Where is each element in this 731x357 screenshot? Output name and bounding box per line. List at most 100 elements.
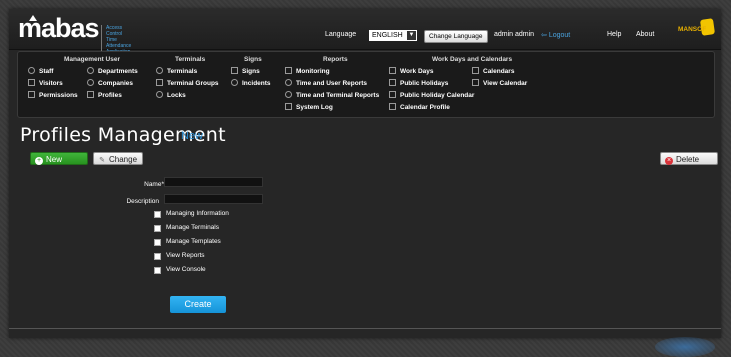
staff-icon (28, 67, 35, 74)
menu-item-label: Calendar Profile (400, 104, 450, 111)
menu-item-label: Time and Terminal Reports (296, 92, 380, 99)
menu-item-label: Signs (242, 68, 260, 75)
menu-item-view-calendar[interactable]: View Calendar (472, 79, 527, 89)
manage-templates-label: Manage Templates (166, 238, 221, 245)
name-label-text: Name (144, 181, 162, 188)
logo-subtitle-line1: Access Control (106, 25, 123, 37)
menu-item-permissions[interactable]: Permissions (28, 91, 78, 101)
about-link[interactable]: About (636, 31, 654, 38)
menu-item-incidents[interactable]: Incidents (231, 79, 271, 89)
description-input[interactable] (164, 194, 263, 204)
menu-item-label: Work Days (400, 68, 434, 75)
menu-item-label: Calendars (483, 68, 515, 75)
menu-item-label: Staff (39, 68, 54, 75)
create-button[interactable]: Create (170, 296, 226, 313)
manage-templates-checkbox[interactable] (154, 239, 161, 246)
name-input[interactable] (164, 177, 263, 187)
menu-item-departments[interactable]: Departments (87, 67, 138, 77)
delete-icon: × (665, 157, 673, 165)
change-button[interactable]: ✎ Change (93, 152, 143, 165)
profiles-icon (87, 91, 94, 98)
menu-item-system-log[interactable]: System Log (285, 103, 333, 113)
menu-item-label: View Calendar (483, 80, 528, 87)
menu-heading-terminals: Terminals (175, 56, 206, 63)
app-window: mabas Access Control Time Attendance App… (9, 9, 721, 357)
chevron-down-icon: ▼ (407, 31, 416, 40)
view-reports-checkbox[interactable] (154, 253, 161, 260)
calendars-icon (472, 67, 479, 74)
top-bar: mabas Access Control Time Attendance App… (9, 9, 721, 55)
menu-item-label: Visitors (39, 80, 63, 87)
pencil-icon: ✎ (99, 157, 105, 164)
system-log-icon (285, 103, 292, 110)
menu-heading-signs: Signs (244, 56, 262, 63)
menu-item-label: System Log (296, 104, 333, 111)
change-language-button[interactable]: Change Language (424, 30, 488, 43)
time-user-reports-icon (285, 79, 292, 86)
language-select[interactable]: ENGLISH ▼ (369, 30, 417, 41)
view-reports-label: View Reports (166, 252, 205, 259)
menu-item-label: Public Holidays (400, 80, 449, 87)
menu-item-label: Permissions (39, 92, 78, 99)
menu-item-calendar-profile[interactable]: Calendar Profile (389, 103, 450, 113)
menu-item-label: Companies (98, 80, 134, 87)
view-console-checkbox[interactable] (154, 267, 161, 274)
menu-item-terminal-groups[interactable]: Terminal Groups (156, 79, 219, 89)
menu-item-time-user-reports[interactable]: Time and User Reports (285, 79, 367, 89)
menu-item-label: Incidents (242, 80, 271, 87)
menu-heading-management-user: Management User (64, 56, 120, 63)
current-user: admin admin (494, 31, 535, 38)
menu-item-public-holidays[interactable]: Public Holidays (389, 79, 448, 89)
managing-information-label: Managing Information (166, 210, 229, 217)
new-button[interactable]: + New (30, 152, 88, 165)
help-link[interactable]: Help (607, 31, 621, 38)
companies-icon (87, 79, 94, 86)
monitoring-icon (285, 67, 292, 74)
public-holidays-icon (389, 79, 396, 86)
menu-item-label: Locks (167, 92, 186, 99)
menu-item-staff[interactable]: Staff (28, 67, 53, 77)
menu-item-visitors[interactable]: Visitors (28, 79, 63, 89)
menu-item-locks[interactable]: Locks (156, 91, 186, 101)
menu-item-profiles[interactable]: Profiles (87, 91, 122, 101)
footer-divider (9, 328, 721, 329)
description-label: Description (126, 198, 159, 205)
menu-item-label: Profiles (98, 92, 122, 99)
menu-heading-workdays: Work Days and Calendars (432, 56, 513, 63)
menu-item-work-days[interactable]: Work Days (389, 67, 433, 77)
view-console-label: View Console (166, 266, 206, 273)
menu-item-label: Public Holiday Calendar (400, 92, 475, 99)
work-days-icon (389, 67, 396, 74)
delete-button-label: Delete (676, 155, 700, 164)
plus-icon: + (35, 157, 43, 165)
manage-terminals-checkbox[interactable] (154, 225, 161, 232)
permissions-icon (28, 91, 35, 98)
language-label: Language (325, 31, 357, 38)
manage-terminals-label: Manage Terminals (166, 224, 219, 231)
logout-link[interactable]: ⇦ Logout (541, 31, 570, 39)
managing-information-checkbox[interactable] (154, 211, 161, 218)
public-holiday-calendar-icon (389, 91, 396, 98)
menu-heading-reports: Reports (323, 56, 348, 63)
new-button-label: New (46, 155, 63, 164)
delete-button[interactable]: × Delete (660, 152, 718, 165)
menu-item-time-terminal-reports[interactable]: Time and Terminal Reports (285, 91, 379, 101)
menu-item-label: Time and User Reports (296, 80, 368, 87)
name-label: Name* (109, 181, 164, 188)
logout-label: Logout (548, 32, 571, 39)
menu-item-terminals[interactable]: Terminals (156, 67, 197, 77)
mansoft-brand-logo: MANSOF (678, 18, 718, 41)
main-menu: Management User Staff Departments Visito… (17, 51, 715, 118)
menu-item-signs[interactable]: Signs (231, 67, 260, 77)
signs-icon (231, 67, 238, 74)
change-button-label: Change (109, 155, 138, 164)
menu-item-monitoring[interactable]: Monitoring (285, 67, 330, 77)
menu-item-public-holiday-calendar[interactable]: Public Holiday Calendar (389, 91, 474, 101)
menu-item-calendars[interactable]: Calendars (472, 67, 514, 77)
brand-text: MANSOF (678, 26, 707, 33)
terminals-icon (156, 67, 163, 74)
visitors-icon (28, 79, 35, 86)
departments-icon (87, 67, 94, 74)
incidents-icon (231, 79, 238, 86)
menu-item-companies[interactable]: Companies (87, 79, 133, 89)
